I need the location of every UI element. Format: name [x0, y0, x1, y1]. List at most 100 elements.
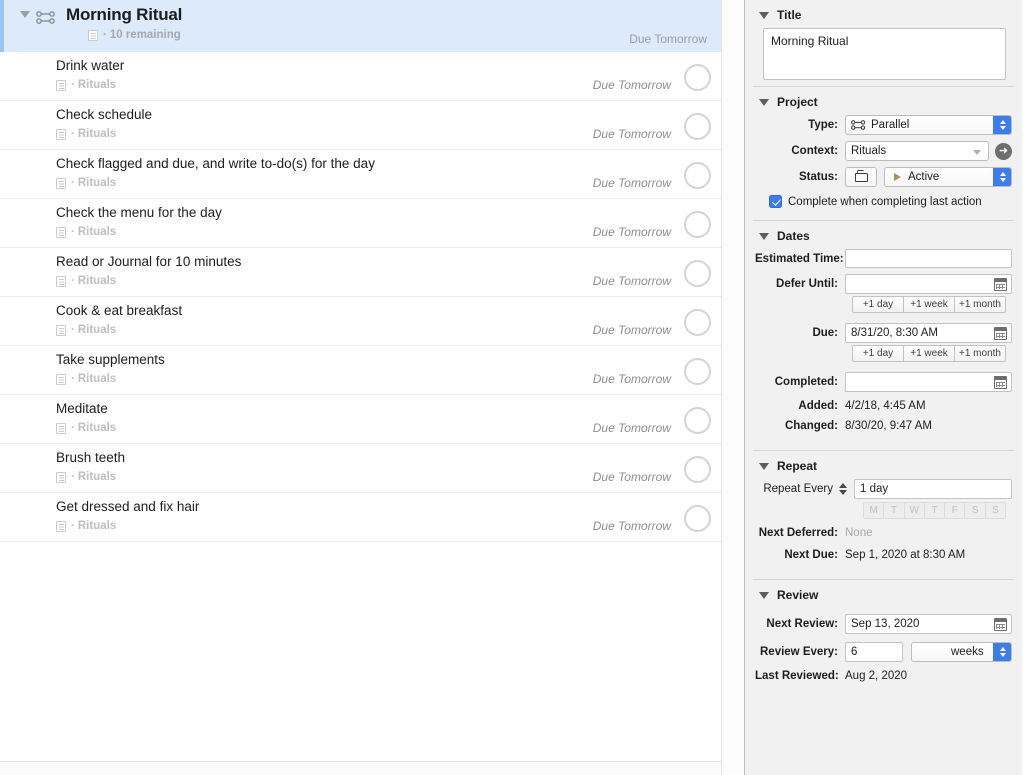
chevron-down-icon	[999, 178, 1006, 182]
defer-plus-1-month-button[interactable]: +1 month	[955, 296, 1006, 313]
defer-plus-1-day-button[interactable]: +1 day	[852, 296, 904, 313]
table-row[interactable]: Meditate · Rituals Due Tomorrow	[0, 395, 721, 444]
outline-scroll-area[interactable]: Morning Ritual · 10 remaining Due Tomorr…	[0, 0, 721, 542]
project-status-row: Status: Active	[755, 167, 1012, 187]
due-input[interactable]: 8/31/20, 8:30 AM	[845, 323, 1012, 343]
note-icon	[56, 471, 66, 483]
project-type-select[interactable]: Parallel	[845, 115, 1012, 135]
section-header-repeat[interactable]: Repeat	[755, 451, 1012, 479]
status-select[interactable]: Active	[884, 167, 1012, 187]
repeat-every-input[interactable]: 1 day	[854, 479, 1012, 499]
due-bump-buttons: +1 day +1 week +1 month	[852, 345, 1006, 362]
table-row[interactable]: Brush teeth · Rituals Due Tomorrow	[0, 444, 721, 493]
task-complete-checkbox[interactable]	[684, 456, 711, 483]
next-due-row: Next Due: Sep 1, 2020 at 8:30 AM	[755, 549, 1012, 561]
section-repeat-label: Repeat	[777, 459, 818, 473]
repeat-mode-stepper[interactable]	[837, 481, 848, 498]
due-plus-1-day-button[interactable]: +1 day	[852, 345, 904, 362]
task-complete-checkbox[interactable]	[684, 211, 711, 238]
calendar-icon[interactable]	[994, 618, 1007, 631]
go-to-context-button[interactable]: ➜	[995, 142, 1012, 160]
task-context: Rituals	[77, 79, 117, 91]
calendar-icon[interactable]	[994, 376, 1007, 389]
next-deferred-row: Next Deferred: None	[755, 527, 1012, 539]
pane-divider[interactable]	[721, 0, 745, 775]
last-reviewed-row: Last Reviewed: Aug 2, 2020	[755, 670, 1012, 682]
task-complete-checkbox[interactable]	[684, 407, 711, 434]
subtitle-separator: ·	[71, 520, 75, 532]
task-complete-checkbox[interactable]	[684, 113, 711, 140]
page-title: Morning Ritual	[66, 5, 183, 24]
weekday-sunday[interactable]: S	[985, 502, 1006, 519]
folder-button[interactable]	[845, 167, 877, 187]
last-reviewed-label: Last Reviewed:	[755, 670, 839, 682]
weekday-tuesday[interactable]: T	[884, 502, 905, 519]
weekday-friday[interactable]: F	[945, 502, 966, 519]
disclosure-toggle[interactable]	[16, 11, 34, 18]
table-row[interactable]: Take supplements · Rituals Due Tomorrow	[0, 346, 721, 395]
chevron-down-icon	[20, 11, 30, 18]
status-value: Active	[908, 171, 940, 183]
table-row[interactable]: Cook & eat breakfast · Rituals Due Tomor…	[0, 297, 721, 346]
task-title: Take supplements	[56, 352, 165, 367]
completed-input[interactable]	[845, 372, 1012, 392]
repeat-weekday-selector[interactable]: M T W T F S S	[863, 502, 1006, 519]
complete-when-last-action-row[interactable]: Complete when completing last action	[755, 193, 1012, 208]
due-plus-1-week-button[interactable]: +1 week	[904, 345, 955, 362]
task-complete-checkbox[interactable]	[684, 358, 711, 385]
weekday-thursday[interactable]: T	[924, 502, 946, 519]
review-every-count-input[interactable]: 6	[845, 642, 903, 662]
task-title: Check flagged and due, and write to-do(s…	[56, 156, 375, 171]
project-type-value: Parallel	[871, 119, 910, 131]
stepper-icon[interactable]	[993, 643, 1011, 661]
complete-when-last-action-checkbox[interactable]	[769, 195, 782, 208]
context-value: Rituals	[851, 145, 887, 157]
due-value: 8/31/20, 8:30 AM	[851, 327, 938, 339]
stepper-icon[interactable]	[993, 168, 1011, 186]
section-header-dates[interactable]: Dates	[755, 221, 1012, 249]
table-row[interactable]: Get dressed and fix hair · Rituals Due T…	[0, 493, 721, 542]
complete-when-last-action-label: Complete when completing last action	[788, 195, 982, 208]
section-header-title[interactable]: Title	[755, 0, 1012, 28]
context-select[interactable]: Rituals	[845, 141, 989, 161]
project-type-row: Type: Parallel	[755, 115, 1012, 135]
weekday-monday[interactable]: M	[863, 502, 885, 519]
task-complete-checkbox[interactable]	[684, 505, 711, 532]
task-complete-checkbox[interactable]	[684, 309, 711, 336]
task-title: Read or Journal for 10 minutes	[56, 254, 242, 269]
task-complete-checkbox[interactable]	[684, 162, 711, 189]
calendar-icon[interactable]	[994, 327, 1007, 340]
project-header-row[interactable]: Morning Ritual · 10 remaining Due Tomorr…	[0, 0, 721, 52]
title-input[interactable]: Morning Ritual	[763, 28, 1006, 80]
weekday-saturday[interactable]: S	[965, 502, 986, 519]
table-row[interactable]: Drink water · Rituals Due Tomorrow	[0, 52, 721, 101]
section-header-review[interactable]: Review	[755, 580, 1012, 608]
due-plus-1-month-button[interactable]: +1 month	[955, 345, 1006, 362]
note-icon	[56, 275, 66, 287]
task-complete-checkbox[interactable]	[684, 64, 711, 91]
table-row[interactable]: Read or Journal for 10 minutes · Rituals…	[0, 248, 721, 297]
table-row[interactable]: Check schedule · Rituals Due Tomorrow	[0, 101, 721, 150]
defer-plus-1-week-button[interactable]: +1 week	[904, 296, 955, 313]
calendar-icon[interactable]	[994, 278, 1007, 291]
project-title-block: Morning Ritual · 10 remaining	[66, 5, 629, 41]
weekday-wednesday[interactable]: W	[904, 502, 925, 519]
chevron-down-icon	[759, 591, 769, 599]
added-label: Added:	[798, 400, 838, 412]
remaining-count: 10 remaining	[109, 29, 181, 41]
defer-until-row: Defer Until:	[755, 274, 1012, 294]
estimated-time-input[interactable]	[845, 249, 1012, 268]
table-row[interactable]: Check flagged and due, and write to-do(s…	[0, 150, 721, 199]
task-title: Meditate	[56, 401, 108, 416]
defer-until-input[interactable]	[845, 274, 1012, 294]
next-review-input[interactable]: Sep 13, 2020	[845, 614, 1012, 634]
stepper-icon[interactable]	[993, 116, 1011, 134]
section-header-project[interactable]: Project	[755, 87, 1012, 115]
next-due-value: Sep 1, 2020 at 8:30 AM	[845, 549, 966, 561]
next-deferred-label: Next Deferred:	[758, 527, 838, 539]
table-row[interactable]: Check the menu for the day · Rituals Due…	[0, 199, 721, 248]
task-context: Rituals	[77, 177, 117, 189]
review-every-unit-select[interactable]: weeks	[911, 642, 1012, 662]
changed-value: 8/30/20, 9:47 AM	[845, 420, 932, 432]
task-complete-checkbox[interactable]	[684, 260, 711, 287]
